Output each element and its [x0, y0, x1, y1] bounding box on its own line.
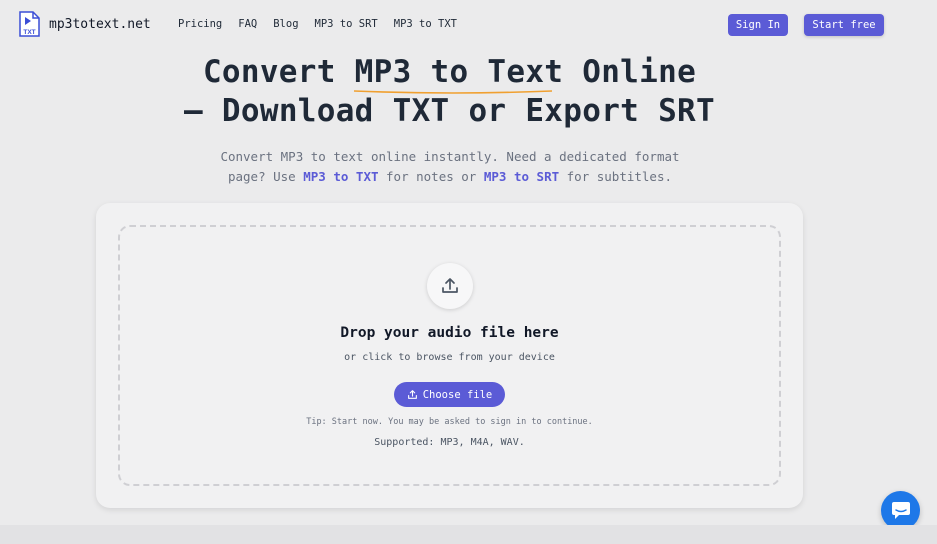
tip-text: Tip: Start now. You may be asked to sign… — [306, 417, 593, 427]
title-highlight: MP3 to Text — [354, 54, 564, 90]
nav-item-blog[interactable]: Blog — [273, 18, 298, 30]
bottom-strip — [0, 525, 937, 544]
mp3-to-srt-link[interactable]: MP3 to SRT — [484, 169, 559, 184]
title-part1: Convert — [202, 54, 355, 90]
choose-file-button[interactable]: Choose file — [394, 382, 505, 407]
page-title: Convert MP3 to Text Online — Download TX… — [0, 53, 899, 131]
brand-logo-text: TXT — [23, 29, 35, 36]
brand-name: mp3totext.net — [49, 17, 151, 32]
supported-formats: Supported: MP3, M4A, WAV. — [374, 437, 525, 448]
upload-card: Drop your audio file here or click to br… — [96, 203, 803, 508]
upload-icon — [442, 278, 458, 293]
mp3-to-txt-link[interactable]: MP3 to TXT — [303, 169, 378, 184]
header: TXT mp3totext.net Pricing FAQ Blog MP3 t… — [0, 0, 937, 50]
dropzone-subtitle: or click to browse from your device — [344, 352, 555, 363]
sign-in-button[interactable]: Sign In — [728, 14, 788, 36]
hero-subtitle: Convert MP3 to text online instantly. Ne… — [190, 147, 710, 187]
upload-icon-circle — [427, 263, 473, 309]
highlight-underline — [353, 90, 552, 94]
nav-item-mp3-to-txt[interactable]: MP3 to TXT — [394, 18, 457, 30]
upload-small-icon — [407, 390, 417, 399]
brand-link[interactable]: TXT mp3totext.net — [18, 11, 151, 38]
subtitle-post: for subtitles. — [559, 169, 673, 184]
nav-item-faq[interactable]: FAQ — [238, 18, 257, 30]
title-part2: Online — [563, 54, 697, 90]
main-nav: Pricing FAQ Blog MP3 to SRT MP3 to TXT — [178, 18, 473, 30]
dropzone[interactable]: Drop your audio file here or click to br… — [118, 225, 781, 486]
title-highlight-wrap: MP3 to Text — [353, 53, 564, 94]
subtitle-line1: Convert MP3 to text online instantly. Ne… — [220, 149, 680, 164]
play-file-icon: TXT — [19, 11, 40, 37]
dropzone-title: Drop your audio file here — [340, 325, 559, 341]
subtitle-pre: page? Use — [227, 169, 304, 184]
start-free-button[interactable]: Start free — [804, 14, 884, 36]
title-line2: — Download TXT or Export SRT — [184, 93, 715, 129]
subtitle-mid: for notes or — [378, 169, 484, 184]
nav-item-mp3-to-srt[interactable]: MP3 to SRT — [315, 18, 378, 30]
nav-item-pricing[interactable]: Pricing — [178, 18, 222, 30]
choose-file-label: Choose file — [422, 388, 493, 401]
chat-icon — [891, 501, 910, 519]
